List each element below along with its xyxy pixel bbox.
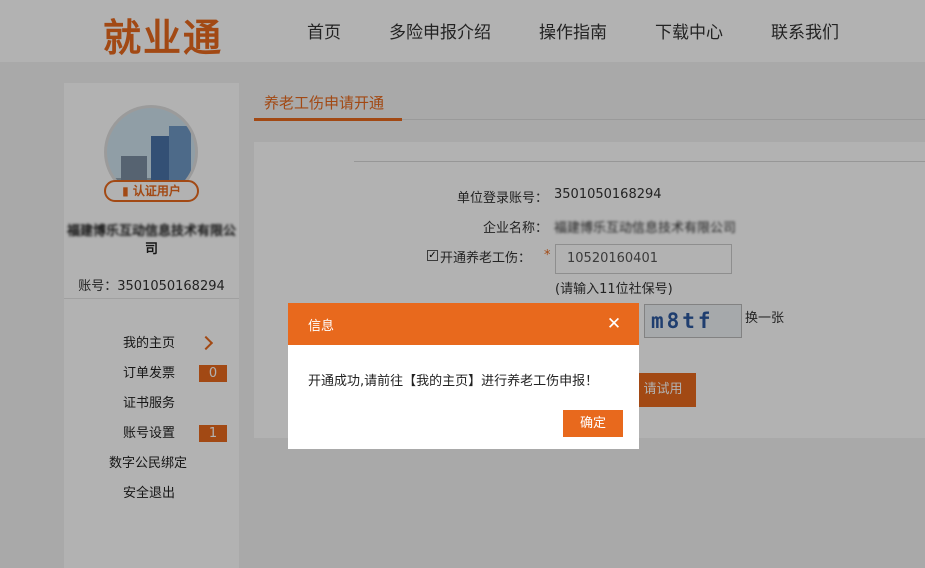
dialog-message: 开通成功,请前往【我的主页】进行养老工伤申报！ [308,374,599,389]
info-dialog: 信息 ✕ 开通成功,请前往【我的主页】进行养老工伤申报！ 确定 [288,303,639,449]
modal-overlay [0,0,925,568]
dialog-title: 信息 [308,319,335,334]
close-icon[interactable]: ✕ [606,316,622,333]
confirm-button[interactable]: 确定 [563,410,623,437]
dialog-header: 信息 ✕ [288,303,639,345]
